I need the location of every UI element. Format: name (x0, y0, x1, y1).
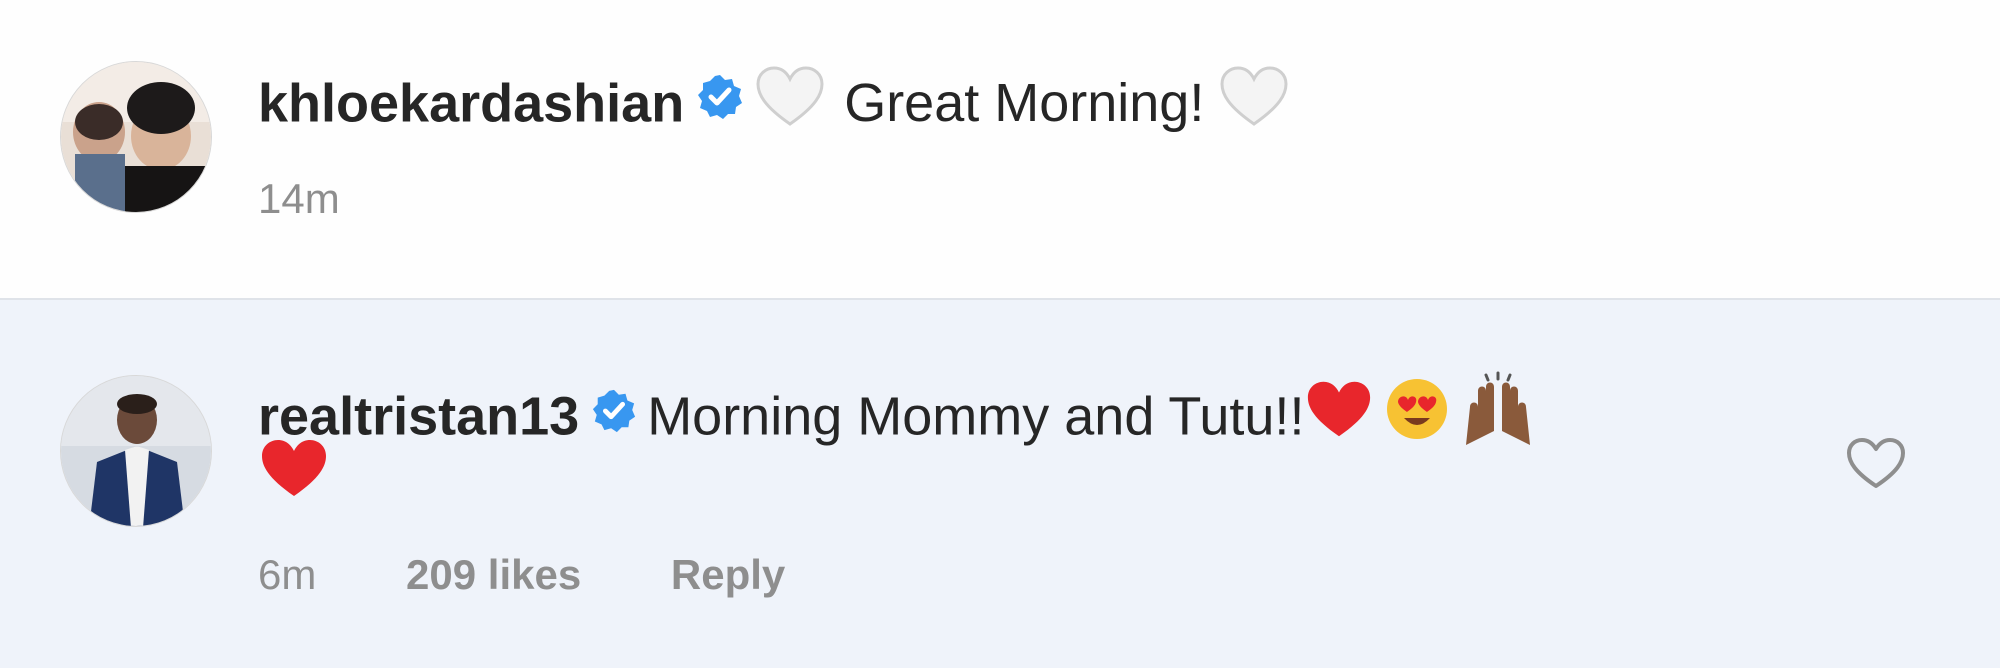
avatar-realtristan13[interactable] (60, 375, 212, 527)
reply-button[interactable]: Reply (671, 551, 785, 598)
comment-text: Morning Mommy and Tutu!! (647, 386, 1305, 447)
caption-username[interactable]: khloekardashian (258, 73, 684, 133)
comment-meta: 6m 209 likes Reply (258, 550, 785, 600)
heart-eyes-emoji (1384, 376, 1450, 456)
verified-badge-icon (591, 384, 637, 448)
comment-time: 6m (258, 551, 317, 598)
comment-line-2 (258, 440, 330, 518)
red-heart-emoji (258, 436, 330, 514)
avatar-khloekardashian[interactable] (60, 61, 212, 213)
verified-badge-icon (696, 71, 744, 135)
comment-likes[interactable]: 209 likes (406, 551, 581, 598)
white-heart-emoji (754, 64, 826, 142)
heart-outline-icon[interactable] (1845, 436, 1907, 490)
comment-line: realtristan13 Morning Mommy and Tutu!! (258, 371, 1536, 465)
raised-hands-emoji (1460, 371, 1536, 461)
white-heart-emoji (1218, 64, 1290, 142)
red-heart-emoji (1304, 377, 1374, 455)
caption-meta: 14m (258, 174, 340, 224)
caption-line: khloekardashian Great Morning! (258, 66, 1290, 146)
caption-text: Great Morning! (844, 73, 1205, 134)
caption-section (0, 0, 2000, 298)
caption-time: 14m (258, 175, 340, 222)
